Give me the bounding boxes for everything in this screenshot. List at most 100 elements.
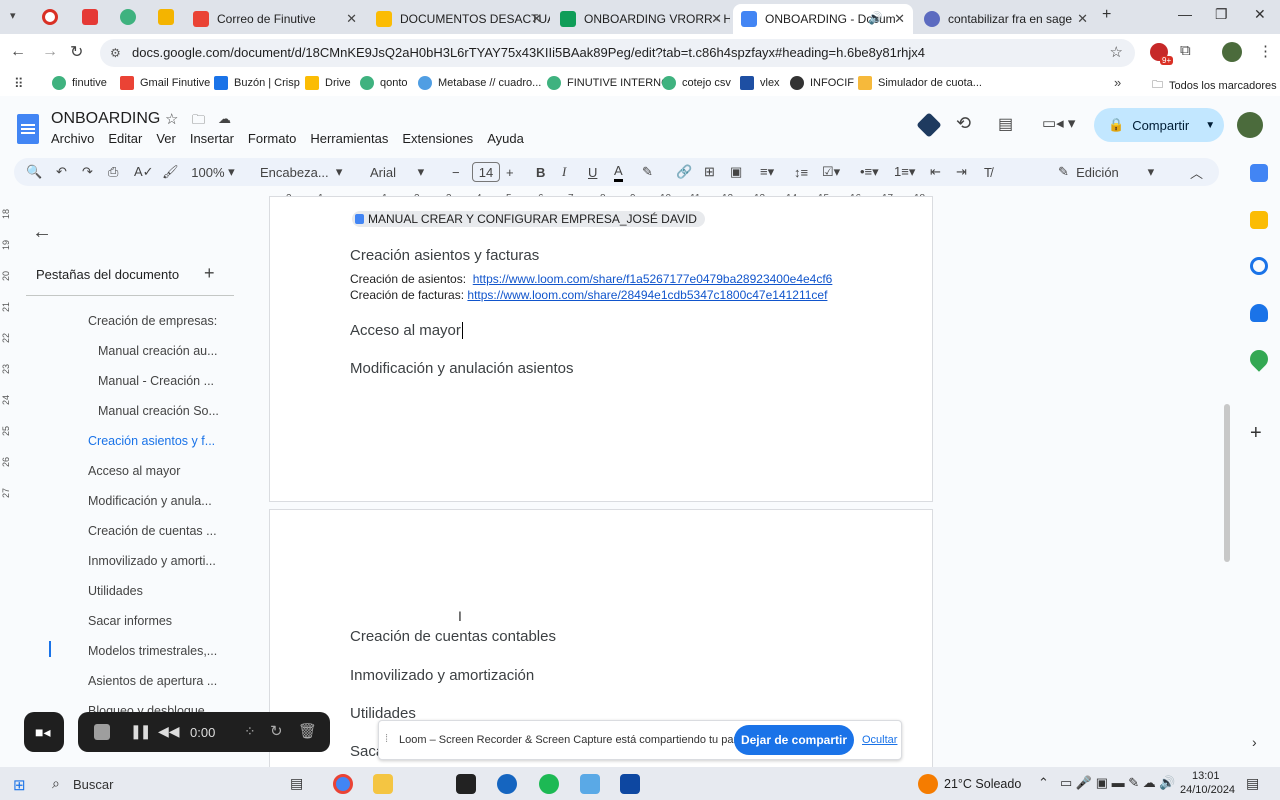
more-vert-icon[interactable]: ⋮ [1258,42,1273,60]
font-select[interactable]: Arial ▾ [370,162,440,182]
stop-sharing-button[interactable]: Dejar de compartir [734,725,854,755]
underline-icon[interactable]: U [588,162,597,182]
spotify-icon[interactable] [539,774,559,794]
back-arrow-icon[interactable]: ← [32,221,52,244]
close-icon[interactable]: ✕ [1077,11,1088,27]
move-folder-icon[interactable]: 🗀 [192,111,205,133]
all-bookmarks[interactable]: 🗀 Todos los marcadores [1152,76,1277,95]
speaker-icon[interactable]: 🔊 [868,11,883,25]
search-icon[interactable]: 🔍 [26,162,42,182]
outline-item[interactable]: Modificación y anula... [88,494,212,508]
tab-correo[interactable]: Correo de Finutive ✕ [185,4,365,34]
menu-extensiones[interactable]: Extensiones [402,131,473,146]
calendar-icon[interactable] [1250,164,1268,182]
tab-onboarding-doc[interactable]: ONBOARDING - Docum 🔊 ✕ [733,4,913,34]
tray-icons[interactable]: ▭ 🎤 ▣ ▬ ✎ ☁ 🔊 [1060,775,1176,791]
clear-format-icon[interactable]: T̸ [984,162,992,182]
outline-item[interactable]: Modelos trimestrales,... [88,644,217,658]
star-icon[interactable]: ☆ [1110,39,1123,67]
facturas-link[interactable]: https://www.loom.com/share/28494e1cdb534… [467,288,827,302]
increase-size-icon[interactable]: + [506,162,514,182]
menu-insertar[interactable]: Insertar [190,131,234,146]
outline-item[interactable]: Creación de cuentas ... [88,524,217,538]
decrease-size-icon[interactable]: − [452,162,460,182]
close-window-icon[interactable]: ✕ [1254,6,1266,23]
windows-start-icon[interactable]: ⊞ [13,776,26,794]
cloud-status-icon[interactable]: ☁ [218,111,231,127]
asientos-link[interactable]: https://www.loom.com/share/f1a5267177e04… [473,272,833,286]
minimize-icon[interactable]: — [1178,6,1192,22]
bullet-list-icon[interactable]: •≡▾ [860,162,879,182]
apps-grid-icon[interactable]: ⠿ [14,76,24,92]
weather-icon[interactable] [918,774,938,794]
user-avatar[interactable] [1237,112,1263,138]
drawing-icon[interactable]: ⁘ [244,723,256,740]
vertical-ruler[interactable]: 18 19 20 21 22 23 24 25 26 27 [0,207,14,767]
clock-date[interactable]: 24/10/2024 [1180,784,1235,796]
outline-item[interactable]: Asientos de apertura ... [88,674,217,688]
puzzle-icon[interactable]: ⧉ [1180,42,1191,59]
scrollbar-thumb[interactable] [1224,404,1230,562]
italic-icon[interactable]: I [562,162,566,182]
tab-list-chevron-icon[interactable]: ▾ [10,9,16,22]
history-icon[interactable]: ⟲ [956,113,971,134]
pinned-tab-icon[interactable] [120,9,136,25]
checklist-icon[interactable]: ☑▾ [822,162,840,182]
collapse-toolbar-icon[interactable]: ︿ [1190,162,1203,182]
search-icon[interactable]: ⌕ [52,775,60,792]
outline-item[interactable]: Acceso al mayor [88,464,180,478]
pinned-tab-icon[interactable] [158,9,174,25]
file-chip[interactable]: MANUAL CREAR Y CONFIGURAR EMPRESA_JOSÉ D… [352,211,705,227]
notes-icon[interactable] [456,774,476,794]
url-input[interactable]: ⚙ docs.google.com/document/d/18CMnKE9JsQ… [100,39,1135,67]
spellcheck-icon[interactable]: A✓ [134,162,154,182]
menu-formato[interactable]: Formato [248,131,296,146]
bold-icon[interactable]: B [536,162,545,182]
new-tab-icon[interactable]: + [1102,6,1111,24]
highlight-icon[interactable]: ✎ [642,162,653,182]
add-tab-icon[interactable]: + [204,263,215,284]
zoom-select[interactable]: 100% ▾ [188,162,238,182]
docs-logo-icon[interactable] [17,114,39,144]
tasks-icon[interactable] [1250,257,1268,275]
align-icon[interactable]: ≡▾ [760,162,774,182]
bookmark-item[interactable]: cotejo csv [662,76,731,90]
bookmark-item[interactable]: Drive [305,76,351,90]
paint-format-icon[interactable]: 🖌 [162,162,179,182]
hide-banner-link[interactable]: Ocultar [862,734,897,746]
menu-herramientas[interactable]: Herramientas [310,131,388,146]
indent-increase-icon[interactable]: ⇥ [956,162,967,182]
menu-ver[interactable]: Ver [156,131,176,146]
outline-item[interactable]: Inmovilizado y amorti... [88,554,216,568]
outline-item[interactable]: Manual creación So... [98,404,219,418]
print-icon[interactable]: ⎙ [108,162,118,182]
drag-handle-icon[interactable]: ⁞ [385,733,388,745]
task-view-icon[interactable]: ▤ [290,775,303,792]
restart-icon[interactable]: ↻ [270,722,283,740]
outline-item[interactable]: Creación asientos y f... [88,434,215,448]
undo-icon[interactable]: ↶ [56,162,67,182]
outline-item[interactable]: Creación de empresas: [88,314,217,328]
bookmark-item[interactable]: qonto [360,76,408,90]
maximize-icon[interactable]: ❐ [1215,6,1228,23]
outline-item[interactable]: Manual creación au... [98,344,218,358]
tab-onboarding-sheet[interactable]: ONBOARDING VRORR - Ho ✕ [552,4,730,34]
font-size-input[interactable]: 14 [472,162,500,182]
contacts-icon[interactable] [1250,304,1268,322]
heading-mayor[interactable]: Acceso al mayor [350,322,468,339]
menu-archivo[interactable]: Archivo [51,131,94,146]
bookmark-item[interactable]: Metabase // cuadro... [418,76,541,90]
app-icon[interactable] [580,774,600,794]
chrome-icon[interactable] [333,774,353,794]
bookmark-item[interactable]: FINUTIVE INTERNO [547,76,670,90]
comment-add-icon[interactable]: ⊞ [704,162,715,182]
app-icon[interactable] [620,774,640,794]
edit-mode-select[interactable]: ✎ Edición ▾ [1058,162,1158,182]
bookmark-item[interactable]: Buzón | Crisp [214,76,300,90]
forward-icon[interactable]: → [42,43,58,61]
add-addon-icon[interactable]: + [1250,422,1262,445]
bookmark-item[interactable]: vlex [740,76,780,90]
pinned-tab-icon[interactable] [82,9,98,25]
chevron-down-icon[interactable]: ▼ [1205,120,1215,131]
menu-ayuda[interactable]: Ayuda [487,131,524,146]
